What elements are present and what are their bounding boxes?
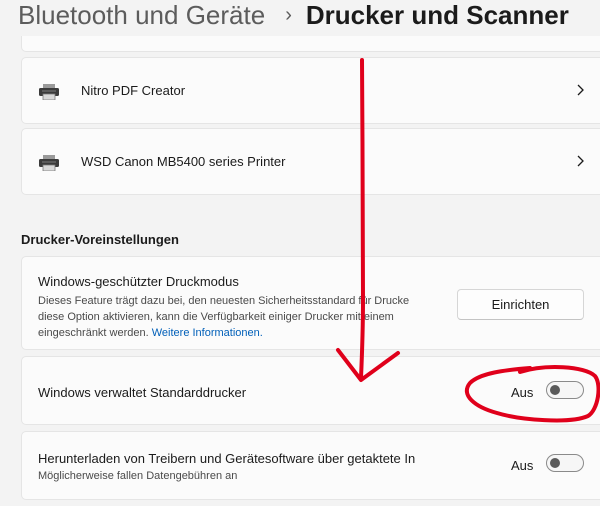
default-printer-title: Windows verwaltet Standarddrucker: [38, 385, 247, 400]
printer-icon: [39, 155, 59, 171]
metered-download-subtitle: Möglicherweise fallen Datengebühren an: [38, 470, 238, 482]
protected-print-mode-card: Windows-geschützter Druckmodus Dieses Fe…: [21, 256, 600, 350]
metered-download-toggle-state: Aus: [511, 458, 534, 473]
breadcrumb-separator: ›: [285, 4, 292, 26]
description-line: Dieses Feature trägt dazu bei, den neues…: [38, 295, 410, 307]
printer-item-canon[interactable]: WSD Canon MB5400 series Printer: [21, 128, 600, 195]
chevron-right-icon: [577, 155, 584, 167]
default-printer-toggle-state: Aus: [511, 385, 534, 400]
section-title-printer-preferences: Drucker-Voreinstellungen: [21, 232, 179, 247]
metered-download-title: Herunterladen von Treibern und Gerätesof…: [38, 451, 416, 466]
printer-icon: [39, 84, 59, 100]
description-line-last: eingeschränkt werden. Weitere Informatio…: [38, 325, 442, 341]
description-line: diese Option aktivieren, kann die Verfüg…: [38, 311, 394, 323]
breadcrumb: Bluetooth und Geräte › Drucker und Scann…: [18, 0, 569, 30]
more-info-link[interactable]: Weitere Informationen.: [152, 327, 263, 339]
page-title: Drucker und Scanner: [305, 0, 569, 30]
description-text: eingeschränkt werden.: [38, 327, 149, 339]
metered-download-card: Herunterladen von Treibern und Gerätesof…: [21, 431, 600, 500]
default-printer-toggle[interactable]: [546, 381, 584, 399]
breadcrumb-parent-link[interactable]: Bluetooth und Geräte: [18, 0, 265, 30]
protected-print-mode-title: Windows-geschützter Druckmodus: [38, 274, 239, 289]
previous-card-edge: [21, 36, 600, 52]
setup-button[interactable]: Einrichten: [457, 289, 584, 320]
protected-print-mode-description: Dieses Feature trägt dazu bei, den neues…: [38, 293, 442, 341]
default-printer-card: Windows verwaltet Standarddrucker Aus: [21, 356, 600, 425]
chevron-right-icon: [577, 84, 584, 96]
printer-name: WSD Canon MB5400 series Printer: [81, 154, 286, 169]
metered-download-toggle[interactable]: [546, 454, 584, 472]
printer-item-nitro[interactable]: Nitro PDF Creator: [21, 57, 600, 124]
printer-name: Nitro PDF Creator: [81, 83, 186, 98]
